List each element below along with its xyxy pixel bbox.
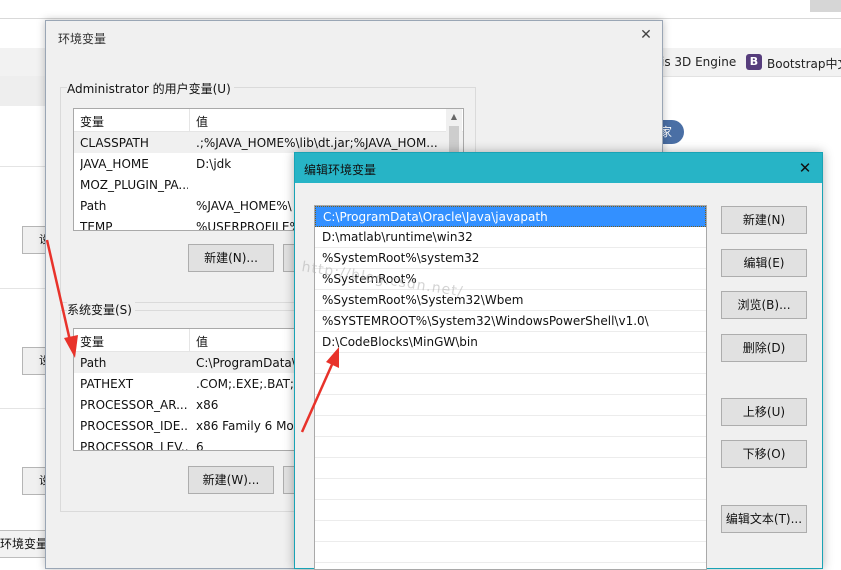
- background-divider: [0, 166, 45, 167]
- column-header-var[interactable]: 变量: [80, 333, 104, 350]
- move-up-button[interactable]: 上移(U): [721, 398, 807, 426]
- path-text: %SYSTEMROOT%\System32\WindowsPowerShell\…: [322, 314, 649, 328]
- list-row[interactable]: CLASSPATH .;%JAVA_HOME%\lib\dt.jar;%JAVA…: [74, 132, 463, 153]
- var-name: Path: [80, 199, 107, 213]
- var-name: PROCESSOR_IDE...: [80, 419, 188, 433]
- column-divider: [189, 329, 190, 351]
- empty-row[interactable]: [315, 458, 706, 479]
- list-header: 变量 值: [74, 109, 463, 132]
- column-header-val[interactable]: 值: [196, 333, 208, 350]
- close-icon[interactable]: ✕: [796, 159, 814, 177]
- path-entry[interactable]: %SystemRoot%\system32: [315, 248, 706, 269]
- var-name: TEMP: [80, 220, 113, 231]
- path-entry[interactable]: D:\matlab\runtime\win32: [315, 227, 706, 248]
- background-settings-button[interactable]: 设: [22, 226, 47, 254]
- user-vars-label: Administrator 的用户变量(U): [67, 80, 234, 97]
- bootstrap-icon: B: [746, 54, 762, 70]
- empty-row[interactable]: [315, 437, 706, 458]
- empty-row[interactable]: [315, 395, 706, 416]
- var-value: .;%JAVA_HOME%\lib\dt.jar;%JAVA_HOM...: [196, 136, 438, 150]
- path-entries-list[interactable]: C:\ProgramData\Oracle\Java\javapath D:\m…: [314, 205, 707, 570]
- move-down-button[interactable]: 下移(O): [721, 440, 807, 468]
- dialog-title: 编辑环境变量: [304, 163, 377, 177]
- empty-row[interactable]: [315, 374, 706, 395]
- browse-button[interactable]: 浏览(B)...: [721, 291, 807, 319]
- path-entry-selected[interactable]: C:\ProgramData\Oracle\Java\javapath: [315, 206, 706, 227]
- path-entry[interactable]: D:\CodeBlocks\MinGW\bin: [315, 332, 706, 353]
- dialog-title: 环境变量: [58, 32, 107, 46]
- background-panel-strip: [0, 76, 45, 106]
- var-name: Path: [80, 356, 107, 370]
- path-text: C:\ProgramData\Oracle\Java\javapath: [323, 210, 548, 224]
- path-text: %SystemRoot%\System32\Wbem: [322, 293, 524, 307]
- path-entry[interactable]: %SystemRoot%\System32\Wbem: [315, 290, 706, 311]
- column-header-val[interactable]: 值: [196, 113, 208, 130]
- empty-row[interactable]: [315, 479, 706, 500]
- empty-row[interactable]: [315, 521, 706, 542]
- scroll-up-arrow-icon[interactable]: ▲: [446, 109, 462, 125]
- background-divider: [0, 288, 45, 289]
- browser-top-bar: [0, 0, 841, 19]
- bookmark-bootstrap[interactable]: Bootstrap中文: [767, 55, 841, 72]
- system-vars-label: 系统变量(S): [67, 301, 135, 318]
- background-settings-button[interactable]: 设: [22, 467, 47, 495]
- var-name: JAVA_HOME: [80, 157, 149, 171]
- background-divider: [0, 408, 45, 409]
- dialog-title-bar[interactable]: 编辑环境变量 ✕: [295, 153, 822, 183]
- var-name: PROCESSOR_AR...: [80, 398, 188, 412]
- system-new-button[interactable]: 新建(W)...: [188, 466, 274, 494]
- path-text: D:\CodeBlocks\MinGW\bin: [322, 335, 478, 349]
- var-name: PATHEXT: [80, 377, 134, 391]
- edit-env-variable-dialog: 编辑环境变量 ✕ C:\ProgramData\Oracle\Java\java…: [294, 152, 823, 570]
- bookmark-3d-engine[interactable]: is 3D Engine: [661, 55, 736, 69]
- path-text: %SystemRoot%\system32: [322, 251, 480, 265]
- edit-button[interactable]: 编辑(E): [721, 249, 807, 277]
- path-entry[interactable]: %SYSTEMROOT%\System32\WindowsPowerShell\…: [315, 311, 706, 332]
- path-text: D:\matlab\runtime\win32: [322, 230, 473, 244]
- background-settings-button[interactable]: 设: [22, 347, 47, 375]
- column-divider: [189, 109, 190, 131]
- empty-row[interactable]: [315, 416, 706, 437]
- user-new-button[interactable]: 新建(N)...: [188, 244, 274, 272]
- close-icon[interactable]: ✕: [638, 26, 654, 44]
- empty-row[interactable]: [315, 542, 706, 563]
- edit-text-button[interactable]: 编辑文本(T)...: [721, 505, 807, 533]
- browser-window-control[interactable]: [810, 0, 841, 12]
- column-header-var[interactable]: 变量: [80, 113, 104, 130]
- empty-row[interactable]: [315, 353, 706, 374]
- env-vars-button-fragment[interactable]: 环境变量: [0, 530, 47, 558]
- var-name: CLASSPATH: [80, 136, 149, 150]
- var-name: PROCESSOR_LEV...: [80, 440, 188, 451]
- var-name: MOZ_PLUGIN_PA...: [80, 178, 188, 192]
- empty-row[interactable]: [315, 500, 706, 521]
- delete-button[interactable]: 删除(D): [721, 334, 807, 362]
- new-button[interactable]: 新建(N): [721, 206, 807, 234]
